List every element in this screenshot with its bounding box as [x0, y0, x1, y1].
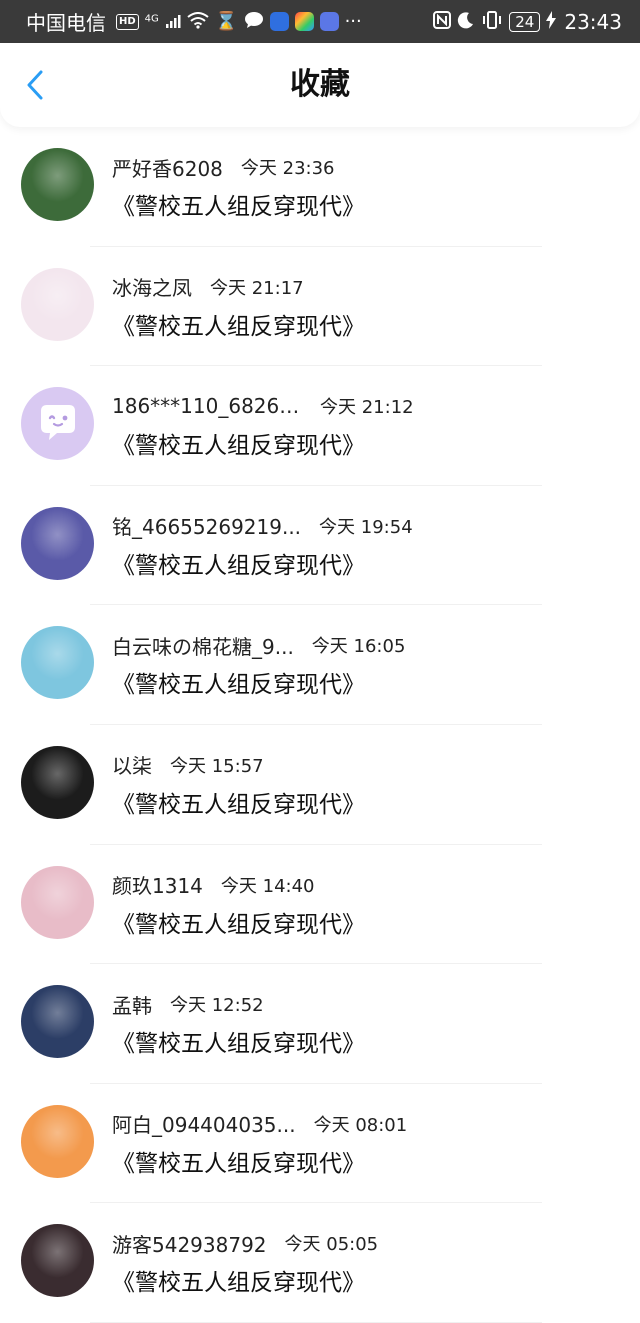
timestamp: 今天 14:40 — [220, 875, 315, 897]
item-meta: 186***110_68266... 今天 21:12 — [112, 391, 414, 421]
book-title[interactable]: 《警校五人组反穿现代》 — [112, 1144, 365, 1178]
carrier-label: 中国电信 — [26, 11, 106, 35]
user-name: 孟韩 — [112, 993, 152, 1018]
timestamp: 今天 08:01 — [313, 1114, 408, 1136]
avatar[interactable] — [21, 267, 94, 341]
timestamp: 今天 21:12 — [320, 397, 414, 419]
avatar[interactable] — [21, 745, 94, 819]
chat-icon — [244, 10, 264, 34]
hourglass-icon: ⌛ — [215, 10, 238, 32]
nfc-icon — [433, 10, 452, 33]
timestamp: 今天 15:57 — [170, 755, 264, 777]
book-title[interactable]: 《警校五人组反穿现代》 — [112, 1024, 365, 1058]
vibrate-icon — [481, 10, 503, 34]
list-item[interactable]: 游客542938792 今天 05:05 《警校五人组反穿现代》 — [0, 1203, 640, 1323]
bulb-app-icon — [269, 12, 289, 31]
item-meta: 游客542938792 今天 05:05 — [112, 1228, 378, 1258]
avatar[interactable] — [21, 626, 94, 700]
book-title[interactable]: 《警校五人组反穿现代》 — [112, 187, 365, 221]
user-name: 以柒 — [112, 754, 152, 779]
signal-icon: 4G — [145, 10, 181, 34]
user-name: 严好香6208 — [112, 156, 223, 181]
list-item[interactable]: 严好香6208 今天 23:36 《警校五人组反穿现代》 — [0, 127, 640, 247]
header-bar: 收藏 — [0, 43, 640, 127]
avatar[interactable] — [21, 1224, 94, 1298]
user-name: 铭_46655269219... — [112, 515, 302, 540]
timestamp: 今天 23:36 — [240, 158, 335, 179]
timestamp: 今天 05:05 — [284, 1234, 379, 1256]
item-meta: 白云味の棉花糖_9... 今天 16:05 — [112, 630, 405, 660]
list-item[interactable]: 铭_46655269219... 今天 19:54 《警校五人组反穿现代》 — [0, 486, 640, 606]
item-meta: 以柒 今天 15:57 — [112, 750, 264, 780]
user-name: 阿白_094404035... — [112, 1113, 296, 1138]
network-type: 4G — [144, 12, 159, 24]
timestamp: 今天 16:05 — [311, 636, 406, 658]
book-title[interactable]: 《警校五人组反穿现代》 — [112, 546, 365, 580]
charging-icon — [546, 10, 557, 34]
book-title[interactable]: 《警校五人组反穿现代》 — [112, 905, 365, 939]
list-item[interactable]: 以柒 今天 15:57 《警校五人组反穿现代》 — [0, 725, 640, 845]
wifi-icon — [187, 10, 209, 34]
book-title[interactable]: 《警校五人组反穿现代》 — [112, 1263, 365, 1297]
page-title: 收藏 — [290, 67, 350, 102]
book-title[interactable]: 《警校五人组反穿现代》 — [112, 785, 365, 819]
avatar[interactable] — [21, 506, 94, 580]
list-item[interactable]: 冰海之凤 今天 21:17 《警校五人组反穿现代》 — [0, 247, 640, 367]
avatar[interactable] — [21, 148, 94, 221]
more-icon: ··· — [344, 10, 362, 32]
battery-indicator: 24 — [509, 11, 541, 32]
colorful-app-icon — [294, 12, 314, 31]
item-meta: 颜玖1314 今天 14:40 — [112, 870, 315, 900]
timestamp: 今天 12:52 — [170, 995, 264, 1017]
status-bar-left: 中国电信 HD 4G ⌛ ··· — [26, 7, 433, 36]
user-name: 186***110_68266... — [112, 394, 302, 419]
item-meta: 铭_46655269219... 今天 19:54 — [112, 511, 413, 541]
item-meta: 孟韩 今天 12:52 — [112, 989, 264, 1019]
user-name: 颜玖1314 — [112, 874, 203, 899]
item-meta: 冰海之凤 今天 21:17 — [112, 272, 304, 302]
list-item[interactable]: 阿白_094404035... 今天 08:01 《警校五人组反穿现代》 — [0, 1084, 640, 1204]
avatar[interactable] — [21, 985, 94, 1059]
moon-icon — [457, 10, 475, 34]
user-name: 冰海之凤 — [112, 276, 192, 301]
item-meta: 阿白_094404035... 今天 08:01 — [112, 1109, 407, 1139]
timestamp: 今天 21:17 — [210, 277, 304, 299]
user-name: 游客542938792 — [112, 1232, 267, 1257]
user-name: 白云味の棉花糖_9... — [112, 634, 294, 659]
avatar[interactable] — [21, 1104, 94, 1178]
status-time: 23:43 — [564, 9, 622, 34]
avatar[interactable] — [21, 387, 94, 461]
book-title[interactable]: 《警校五人组反穿现代》 — [112, 426, 365, 460]
hd-badge: HD — [116, 13, 139, 30]
list-item[interactable]: 孟韩 今天 12:52 《警校五人组反穿现代》 — [0, 964, 640, 1084]
item-meta: 严好香6208 今天 23:36 — [112, 152, 335, 182]
music-app-icon — [319, 12, 339, 31]
chat-bubble-icon — [41, 405, 75, 441]
list-item[interactable]: 186***110_68266... 今天 21:12 《警校五人组反穿现代》 — [0, 366, 640, 486]
avatar[interactable] — [21, 865, 94, 939]
list-item[interactable]: 颜玖1314 今天 14:40 《警校五人组反穿现代》 — [0, 845, 640, 965]
status-bar-right: 24 23:43 — [433, 10, 622, 34]
book-title[interactable]: 《警校五人组反穿现代》 — [112, 307, 365, 341]
list-item[interactable]: 白云味の棉花糖_9... 今天 16:05 《警校五人组反穿现代》 — [0, 605, 640, 725]
book-title[interactable]: 《警校五人组反穿现代》 — [112, 665, 365, 699]
timestamp: 今天 19:54 — [319, 516, 413, 538]
favorites-list: 严好香6208 今天 23:36 《警校五人组反穿现代》 冰海之凤 今天 21:… — [0, 127, 640, 1323]
